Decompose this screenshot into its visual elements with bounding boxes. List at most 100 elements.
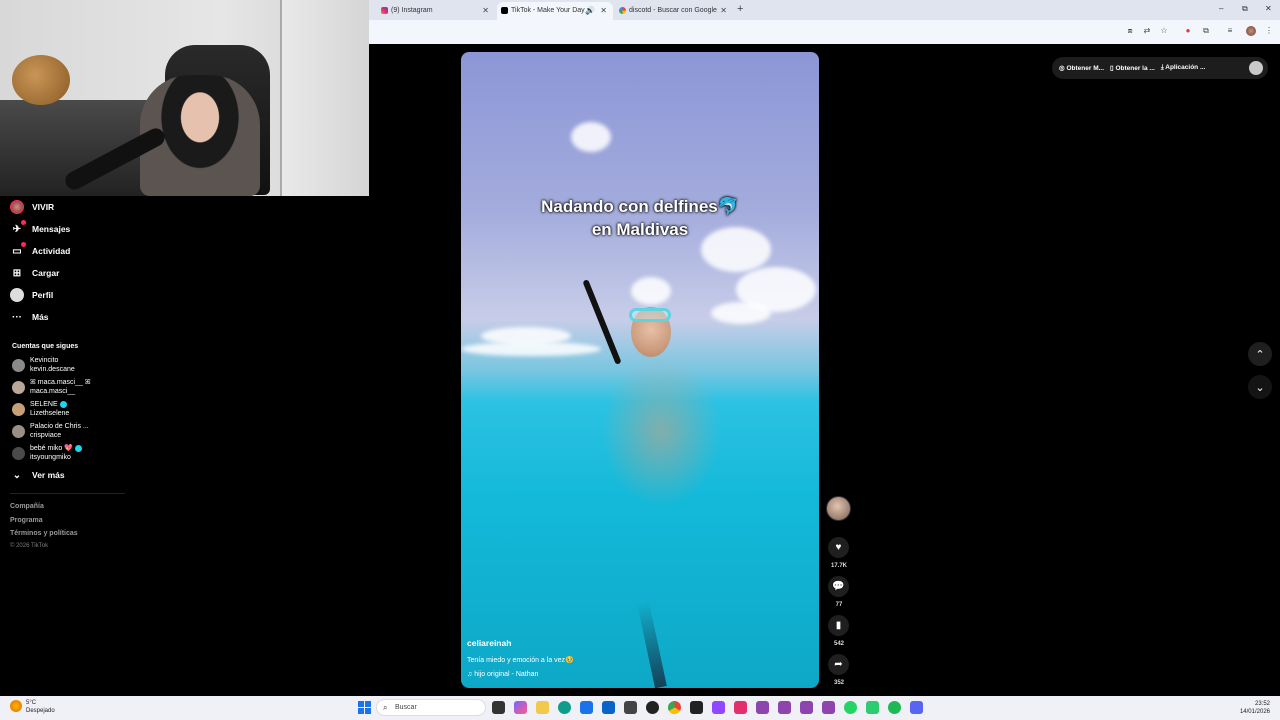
close-tab-icon[interactable]: ✕ [600,6,607,15]
browser-window: (9) Instagram ✕ TikTok - Make Your Day 🔊… [369,0,1280,44]
app-icon[interactable] [800,701,813,714]
see-more-label: Ver más [32,470,65,480]
share-button[interactable]: ➦ [828,654,849,675]
instagram-app-icon[interactable] [734,701,747,714]
tab-label: discotd - Buscar con Google [629,7,717,14]
bookmark-star-icon[interactable]: ☆ [1159,26,1169,36]
extensions-puzzle-icon[interactable]: ⧉ [1201,26,1211,36]
start-button[interactable] [358,701,371,714]
new-tab-button[interactable]: + [737,3,743,15]
app-icon[interactable] [866,701,879,714]
live-avatar-icon [10,200,24,214]
media-control-icon[interactable]: ≡ [1225,26,1235,36]
following-account[interactable]: bebé miko 💖 itsyoungmiko [12,444,82,464]
tab-strip: (9) Instagram ✕ TikTok - Make Your Day 🔊… [369,0,1280,20]
tab-google[interactable]: discotd - Buscar con Google ✕ [615,2,733,20]
video-author[interactable]: celiareinah [467,638,511,648]
search-icon: ⌕ [383,703,388,712]
get-app-button[interactable]: ▯ Obtener la ... [1110,64,1155,72]
close-tab-icon[interactable]: ✕ [720,6,727,15]
next-video-button[interactable]: ⌄ [1248,375,1272,399]
restore-button[interactable]: ⧉ [1242,4,1248,14]
see-more-button[interactable]: ⌄ Ver más [10,466,65,484]
heart-icon: ♥ [835,542,842,553]
translate-icon[interactable]: ⇄ [1142,26,1152,36]
weather-widget[interactable]: 5°C Despejado [10,699,55,715]
avatar [12,359,25,372]
tab-instagram[interactable]: (9) Instagram ✕ [377,2,495,20]
desktop-app-button[interactable]: ⤓ Aplicación ... [1161,64,1206,72]
footer-link-program[interactable]: Programa [10,517,43,524]
clock-date: 14/01/2026 [1239,709,1270,715]
account-handle: kevin.descane [30,366,75,373]
profile-avatar-icon[interactable] [1246,26,1256,36]
following-account[interactable]: SELENE Lizethselene [12,400,69,420]
share-count: 352 [833,680,844,686]
edge-icon[interactable] [558,701,571,714]
nav-item-live[interactable]: VIVIR [10,198,54,216]
save-count: 542 [833,641,844,647]
twitch-icon[interactable] [712,701,725,714]
tab-tiktok[interactable]: TikTok - Make Your Day 🔊 ✕ [497,2,613,20]
extension-icon[interactable]: ● [1183,26,1193,36]
nav-label: Cargar [32,268,60,278]
tiktok-sidebar: VIVIR ✈ Mensajes ▭ Actividad ⊞ Cargar Pe… [0,196,130,696]
app-icon[interactable] [690,701,703,714]
spotify-icon[interactable] [888,701,901,714]
share-icon: ➦ [834,659,843,670]
pill-label: Aplicación ... [1165,64,1206,71]
outlook-icon[interactable] [602,701,615,714]
chrome-icon[interactable] [668,701,681,714]
following-account[interactable]: Kevincito kevin.descane [12,356,75,376]
nav-item-profile[interactable]: Perfil [10,286,53,304]
footer-link-company[interactable]: Compañía [10,503,44,510]
comment-button[interactable]: 💬 [828,576,849,597]
fin-shadow [637,601,667,688]
task-view-icon[interactable] [492,701,505,714]
nav-item-messages[interactable]: ✈ Mensajes [10,220,70,238]
account-handle: maca.masci__ [30,388,76,395]
like-button[interactable]: ♥ [828,537,849,558]
windows-taskbar: 5°C Despejado ⌕ Buscar 23:52 14/01/2026 [0,696,1280,720]
copilot-icon[interactable] [514,701,527,714]
nav-item-more[interactable]: ··· Más [10,308,49,326]
discord-icon[interactable] [910,701,923,714]
minimize-button[interactable]: – [1219,4,1223,13]
user-avatar[interactable] [1249,61,1263,75]
browser-toolbar: ⧈ ⇄ ☆ ● ⧉ ≡ ⋮ [369,20,1280,44]
video-music[interactable]: ♫ hijo original - Nathan [467,671,538,678]
weather-desc: Despejado [26,708,55,714]
previous-video-button[interactable]: ⌃ [1248,342,1272,366]
nav-item-upload[interactable]: ⊞ Cargar [10,264,60,282]
save-button[interactable]: ▮ [828,615,849,636]
close-tab-icon[interactable]: ✕ [482,6,489,15]
footer-link-terms[interactable]: Términos y políticas [10,530,78,537]
nav-item-activity[interactable]: ▭ Actividad [10,242,70,260]
cloud [571,122,611,152]
app-icon[interactable] [756,701,769,714]
taskbar-search[interactable]: ⌕ Buscar [376,699,486,716]
file-explorer-icon[interactable] [536,701,549,714]
menu-dots-icon[interactable]: ⋮ [1264,26,1274,36]
close-window-button[interactable]: ✕ [1265,4,1272,13]
google-icon [619,7,626,14]
install-app-icon[interactable]: ⧈ [1125,26,1135,36]
speaker-icon[interactable]: 🔊 [585,6,595,15]
app-icon[interactable] [778,701,791,714]
whatsapp-icon[interactable] [844,701,857,714]
chevron-down-icon: ⌄ [1255,381,1265,394]
system-clock[interactable]: 23:52 14/01/2026 [1240,700,1270,716]
copyright: © 2026 TikTok [10,543,49,549]
verified-icon [74,444,82,452]
following-account[interactable]: Palacio de Chris ... crispviace [12,422,89,442]
store-icon[interactable] [580,701,593,714]
app-icon[interactable] [624,701,637,714]
app-icon[interactable] [822,701,835,714]
app-icon[interactable] [646,701,659,714]
top-actions-bar: ◎ Obtener M... ▯ Obtener la ... ⤓ Aplica… [1052,57,1268,79]
video-player[interactable]: Nadando con delfines🐬 en Maldivas celiar… [461,52,819,688]
get-coins-button[interactable]: ◎ Obtener M... [1059,64,1104,72]
nav-label: Perfil [32,290,54,300]
creator-avatar[interactable] [826,496,851,521]
following-account[interactable]: ꕤ maca.masci__ ꕤ maca.masci__ [12,378,91,398]
